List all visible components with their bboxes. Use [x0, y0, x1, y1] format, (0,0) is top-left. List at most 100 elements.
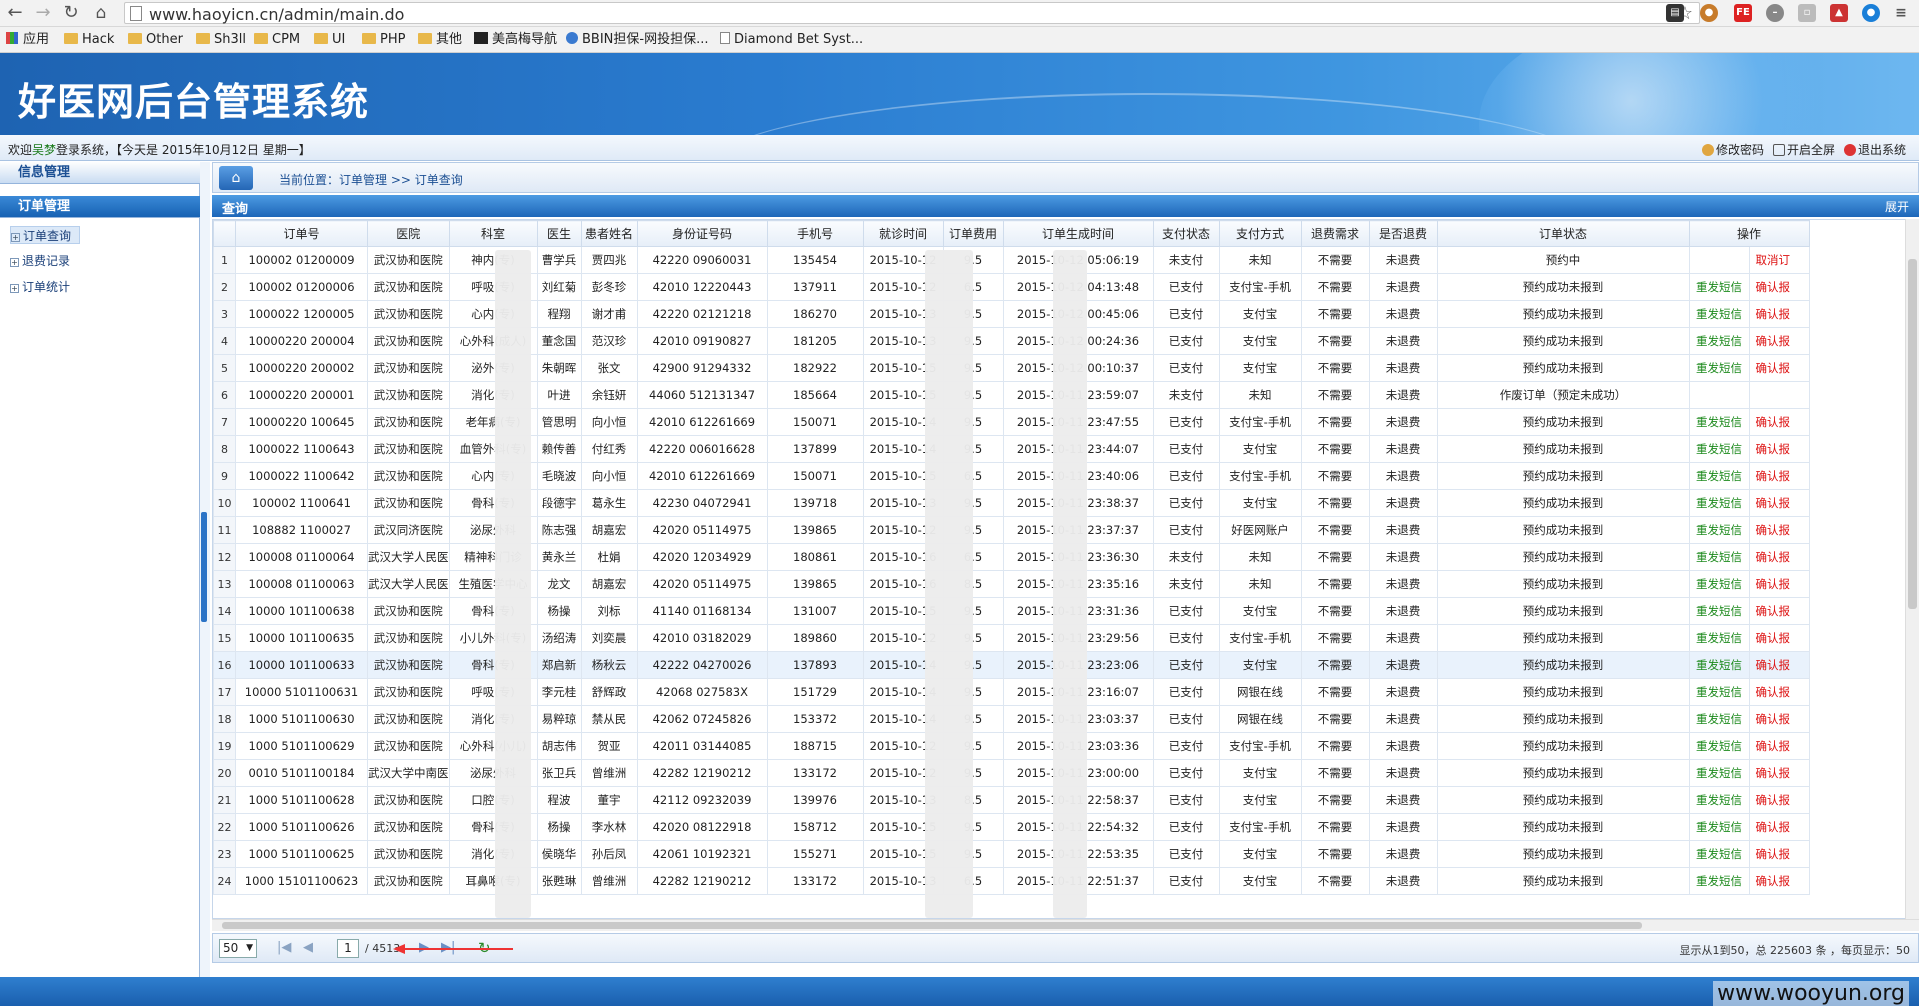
- column-header[interactable]: 订单生成时间: [1002, 220, 1154, 247]
- table-row[interactable]: 20 0010 5101100184 武汉大学中南医 泌尿外科 张卫兵 曾维洲 42282 …: [213, 759, 1810, 787]
- stop-icon[interactable]: –: [1766, 4, 1784, 22]
- forward-icon[interactable]: →: [32, 2, 54, 24]
- bookmark-folder[interactable]: Sh3ll: [196, 32, 246, 48]
- resend-sms-link[interactable]: 重发短信: [1688, 705, 1750, 733]
- column-header[interactable]: 科室: [448, 220, 538, 247]
- confirm-link[interactable]: 确认报: [1748, 732, 1810, 760]
- scrollbar-thumb[interactable]: [222, 922, 1642, 929]
- home-icon[interactable]: ⌂: [219, 166, 253, 190]
- resend-sms-link[interactable]: 重发短信: [1688, 597, 1750, 625]
- confirm-link[interactable]: 确认报: [1748, 624, 1810, 652]
- sidebar-splitter[interactable]: [200, 162, 210, 977]
- bookmark-apps[interactable]: 应用: [6, 32, 49, 48]
- resend-sms-link[interactable]: 重发短信: [1688, 273, 1750, 301]
- fe-extension-icon[interactable]: FE: [1734, 4, 1752, 22]
- resend-sms-link[interactable]: 重发短信: [1688, 408, 1750, 436]
- horizontal-scrollbar[interactable]: [212, 919, 1919, 931]
- resend-sms-link[interactable]: 重发短信: [1688, 678, 1750, 706]
- confirm-link[interactable]: 确认报: [1748, 462, 1810, 490]
- logout-link[interactable]: 退出系统: [1844, 141, 1906, 158]
- extension-icon[interactable]: ▤: [1666, 4, 1684, 22]
- bookmark-link[interactable]: Diamond Bet Syst...: [720, 32, 863, 48]
- table-row[interactable]: 13 100008 01100063 武汉大学人民医 生殖医学中心 龙文 胡嘉宏 42020…: [213, 570, 1810, 598]
- home-icon[interactable]: ⌂: [90, 2, 112, 24]
- collapse-handle[interactable]: [201, 512, 207, 622]
- reload-icon[interactable]: ↻: [60, 2, 82, 24]
- column-header[interactable]: 身份证号码: [636, 220, 768, 247]
- column-header[interactable]: 是否退费: [1368, 220, 1438, 247]
- page-size-select[interactable]: 50 ▼: [219, 939, 257, 958]
- confirm-link[interactable]: 确认报: [1748, 705, 1810, 733]
- confirm-link[interactable]: 确认报: [1748, 516, 1810, 544]
- page-number-input[interactable]: 1: [337, 939, 359, 958]
- scrollbar-thumb[interactable]: [1908, 259, 1917, 609]
- column-header[interactable]: 支付方式: [1218, 220, 1302, 247]
- address-bar[interactable]: www.haoyicn.cn/admin/main.do ☆: [124, 2, 1700, 24]
- resend-sms-link[interactable]: 重发短信: [1688, 327, 1750, 355]
- cookie-icon[interactable]: ●: [1700, 4, 1718, 22]
- resend-sms-link[interactable]: 重发短信: [1688, 462, 1750, 490]
- table-row[interactable]: 24 1000 15101100623 武汉协和医院 耳鼻喉(专) 张甦琳 曾维洲 4228…: [213, 867, 1810, 895]
- sidebar-section-info[interactable]: 信息管理: [0, 162, 200, 184]
- resend-sms-link[interactable]: 重发短信: [1688, 570, 1750, 598]
- confirm-link[interactable]: 确认报: [1748, 678, 1810, 706]
- table-row[interactable]: 15 10000 101100635 武汉协和医院 小儿外科(专) 汤绍涛 刘奕晨 4201…: [213, 624, 1810, 652]
- table-row[interactable]: 7 10000220 100645 武汉协和医院 老年病(专) 管思明 向小恒 42010 …: [213, 408, 1810, 436]
- resend-sms-link[interactable]: 重发短信: [1688, 354, 1750, 382]
- resend-sms-link[interactable]: 重发短信: [1688, 786, 1750, 814]
- confirm-link[interactable]: 确认报: [1748, 759, 1810, 787]
- bookmark-folder[interactable]: Other: [128, 32, 183, 48]
- fullscreen-link[interactable]: 开启全屏: [1773, 141, 1835, 158]
- confirm-link[interactable]: 确认报: [1748, 840, 1810, 868]
- column-header[interactable]: 操作: [1688, 220, 1810, 247]
- prev-page-icon[interactable]: ◀: [303, 940, 313, 955]
- table-row[interactable]: 4 10000220 200004 武汉协和医院 心外科(成人) 董念国 范汉珍 42010…: [213, 327, 1810, 355]
- bookmark-link[interactable]: BBIN担保-网投担保...: [566, 32, 708, 48]
- chart-extension-icon[interactable]: ▲: [1830, 4, 1848, 22]
- confirm-link[interactable]: 确认报: [1748, 597, 1810, 625]
- column-header[interactable]: 订单号: [235, 220, 368, 247]
- table-row[interactable]: 22 1000 5101100626 武汉协和医院 骨科(专) 杨操 李水林 42020 0…: [213, 813, 1810, 841]
- confirm-link[interactable]: 确认报: [1748, 570, 1810, 598]
- table-row[interactable]: 19 1000 5101100629 武汉协和医院 心外科(小儿) 胡志伟 贺亚 42011…: [213, 732, 1810, 760]
- bookmark-folder[interactable]: Hack: [64, 32, 114, 48]
- column-header[interactable]: 订单费用: [942, 220, 1004, 247]
- change-password-link[interactable]: 修改密码: [1702, 141, 1764, 158]
- resend-sms-link[interactable]: 重发短信: [1688, 543, 1750, 571]
- menu-icon[interactable]: ≡: [1892, 4, 1910, 22]
- bookmark-folder[interactable]: CPM: [254, 32, 300, 48]
- resend-sms-link[interactable]: 重发短信: [1688, 759, 1750, 787]
- table-row[interactable]: 14 10000 101100638 武汉协和医院 骨科(专) 杨操 刘标 41140 01…: [213, 597, 1810, 625]
- table-row[interactable]: 2 100002 01200006 武汉协和医院 呼吸(专) 刘红菊 彭冬珍 42010 1…: [213, 273, 1810, 301]
- resend-sms-link[interactable]: [1688, 246, 1750, 274]
- resend-sms-link[interactable]: 重发短信: [1688, 651, 1750, 679]
- table-row[interactable]: 9 1000022 1100642 武汉协和医院 心内(专) 毛晓波 向小恒 42010 6…: [213, 462, 1810, 490]
- column-header[interactable]: 医院: [367, 220, 450, 247]
- profile-icon[interactable]: ●: [1862, 4, 1880, 22]
- vertical-scrollbar[interactable]: [1905, 219, 1919, 919]
- confirm-link[interactable]: 确认报: [1748, 786, 1810, 814]
- confirm-link[interactable]: 确认报: [1748, 651, 1810, 679]
- bookmark-link[interactable]: 美高梅导航: [474, 32, 557, 48]
- confirm-link[interactable]: 确认报: [1748, 408, 1810, 436]
- table-row[interactable]: 16 10000 101100633 武汉协和医院 骨科(专) 郑启新 杨秋云 42222 …: [213, 651, 1810, 679]
- confirm-link[interactable]: 确认报: [1748, 273, 1810, 301]
- table-row[interactable]: 8 1000022 1100643 武汉协和医院 血管外科(专) 赖传善 付红秀 42220…: [213, 435, 1810, 463]
- resend-sms-link[interactable]: 重发短信: [1688, 840, 1750, 868]
- back-icon[interactable]: ←: [4, 2, 26, 24]
- column-header[interactable]: 手机号: [766, 220, 864, 247]
- column-header[interactable]: 退费需求: [1300, 220, 1370, 247]
- table-row[interactable]: 1 100002 01200009 武汉协和医院 神内(专) 曹学兵 贾四兆 42220 0…: [213, 246, 1810, 274]
- bookmark-folder[interactable]: 其他: [418, 32, 462, 48]
- table-row[interactable]: 10 100002 1100641 武汉协和医院 骨科(专) 段德宇 葛永生 42230 0…: [213, 489, 1810, 517]
- resend-sms-link[interactable]: 重发短信: [1688, 489, 1750, 517]
- confirm-link[interactable]: 确认报: [1748, 543, 1810, 571]
- confirm-link[interactable]: 确认报: [1748, 300, 1810, 328]
- bookmark-folder[interactable]: PHP: [362, 32, 405, 48]
- column-header[interactable]: 支付状态: [1152, 220, 1220, 247]
- table-row[interactable]: 21 1000 5101100628 武汉协和医院 口腔(专) 程波 董宇 42112 09…: [213, 786, 1810, 814]
- confirm-link[interactable]: 确认报: [1748, 813, 1810, 841]
- column-header[interactable]: 患者姓名: [580, 220, 638, 247]
- sidebar-item-refund-records[interactable]: + 退费记录: [10, 252, 70, 270]
- resend-sms-link[interactable]: 重发短信: [1688, 435, 1750, 463]
